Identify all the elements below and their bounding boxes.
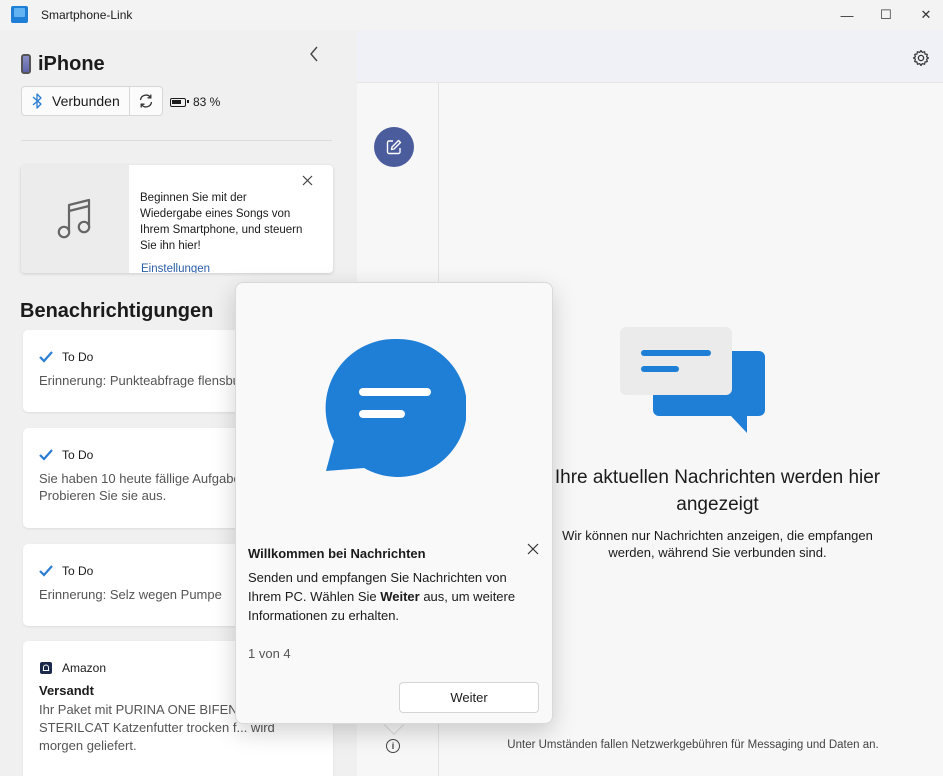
next-button[interactable]: Weiter xyxy=(399,682,539,713)
title-bar: Smartphone-Link — ☐ ✕ xyxy=(0,0,943,30)
close-icon xyxy=(302,175,312,186)
notification-app: To Do xyxy=(39,564,93,578)
settings-link[interactable]: Einstellungen xyxy=(141,263,210,273)
sync-icon xyxy=(139,94,152,108)
chat-bubble-icon xyxy=(325,338,466,477)
notification-app: To Do xyxy=(39,350,93,364)
notification-body: Sie haben 10 heute fällige Aufgaben. xyxy=(39,471,252,486)
connection-group: Verbunden xyxy=(21,86,163,116)
tip-body-emphasis: Weiter xyxy=(380,589,420,604)
info-icon: i xyxy=(391,741,395,751)
notification-body-line2: Probieren Sie sie aus. xyxy=(39,488,167,503)
notification-body-line3: morgen geliefert. xyxy=(39,738,137,753)
checkmark-icon xyxy=(39,565,53,577)
divider xyxy=(21,140,332,141)
checkmark-icon xyxy=(39,351,53,363)
settings-button[interactable] xyxy=(912,49,930,67)
empty-state-title: Ihre aktuellen Nachrichten werden hier a… xyxy=(554,467,881,515)
tip-close-button[interactable] xyxy=(525,543,541,559)
tip-body: Senden und empfangen Sie Nachrichten von… xyxy=(248,568,538,625)
bluetooth-icon xyxy=(32,93,42,109)
music-card-close-button[interactable] xyxy=(300,174,314,188)
tip-step-counter: 1 von 4 xyxy=(248,646,291,661)
battery-icon xyxy=(170,97,189,107)
window-title: Smartphone-Link xyxy=(41,8,133,22)
notification-app-name: To Do xyxy=(62,350,94,364)
notification-body: Erinnerung: Selz wegen Pumpe xyxy=(39,587,222,602)
smartphone-link-icon xyxy=(11,6,28,23)
music-card: Beginnen Sie mit der Wiedergabe eines So… xyxy=(21,165,333,273)
notifications-heading: Benachrichtigungen xyxy=(20,300,214,322)
tip-title: Willkommen bei Nachrichten xyxy=(248,546,426,561)
new-message-button[interactable] xyxy=(374,127,414,167)
chevron-left-icon xyxy=(310,46,318,62)
sync-button[interactable] xyxy=(129,86,163,116)
phone-icon xyxy=(21,54,31,74)
notification-app-name: Amazon xyxy=(62,661,107,675)
close-icon xyxy=(527,543,539,555)
connection-status-button[interactable]: Verbunden xyxy=(21,86,130,116)
gear-icon xyxy=(912,49,930,67)
info-button[interactable]: i xyxy=(386,739,400,753)
teaching-tip: Willkommen bei Nachrichten Senden und em… xyxy=(235,282,553,724)
notification-body: Erinnerung: Punkteabfrage flensburg xyxy=(39,373,252,388)
compose-icon xyxy=(386,139,402,155)
checkmark-icon xyxy=(39,449,53,461)
notification-app-name: To Do xyxy=(62,564,94,578)
notification-app-name: To Do xyxy=(62,448,94,462)
notification-title: Versandt xyxy=(39,683,94,698)
music-card-text: Beginnen Sie mit der Wiedergabe eines So… xyxy=(140,192,303,252)
notification-app: Amazon xyxy=(39,661,106,675)
header-bar xyxy=(357,30,943,82)
music-thumbnail xyxy=(21,165,129,273)
music-note-icon xyxy=(57,198,91,239)
data-charges-note: Unter Umständen fallen Netzwerkgebühren … xyxy=(507,739,879,751)
notification-body: Ihr Paket mit PURINA ONE BIFENSIS xyxy=(39,702,259,717)
battery-status: 83 % xyxy=(170,95,220,109)
bell-icon xyxy=(40,662,52,674)
chat-bubbles-illustration xyxy=(620,327,765,433)
device-name: iPhone xyxy=(38,53,105,75)
battery-level: 83 % xyxy=(193,95,221,109)
notification-app: To Do xyxy=(39,448,93,462)
empty-state-subtitle: Wir können nur Nachrichten anzeigen, die… xyxy=(562,528,873,560)
collapse-panel-button[interactable] xyxy=(304,44,324,64)
connection-label: Verbunden xyxy=(52,93,120,109)
close-button[interactable]: ✕ xyxy=(903,0,943,30)
